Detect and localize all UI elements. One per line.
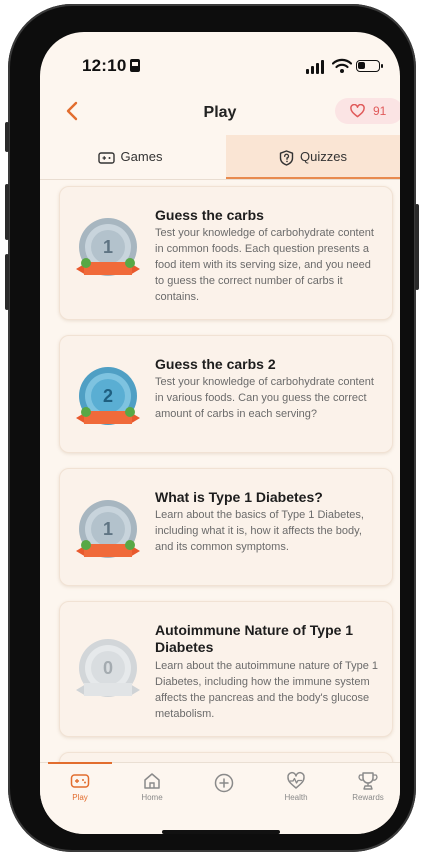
- gamepad-icon: [97, 151, 115, 164]
- home-indicator[interactable]: [162, 830, 280, 834]
- quiz-card[interactable]: 1 What is Type 1 Diabetes? Learn about t…: [59, 468, 393, 586]
- bottom-tab-bar: Play Home Health Rewards: [40, 762, 400, 834]
- silver-medal-icon: 1: [76, 218, 140, 276]
- hearts-count: 91: [373, 104, 387, 118]
- quiz-list[interactable]: 1 Guess the carbs Test your knowledge of…: [40, 179, 400, 764]
- quiz-description: Test your knowledge of carbohydrate cont…: [155, 376, 374, 420]
- badge-number: 2: [103, 386, 113, 406]
- trophy-icon: [358, 772, 378, 790]
- home-icon: [144, 773, 160, 789]
- tab-quizzes-label: Quizzes: [300, 149, 347, 164]
- locked-medal-icon: 0: [76, 639, 140, 697]
- tab-bar-label: Home: [141, 793, 163, 802]
- volume-down-button: [5, 254, 9, 310]
- tab-bar-label: Health: [284, 793, 308, 802]
- quiz-card[interactable]: 2 Guess the carbs 2 Test your knowledge …: [59, 335, 393, 453]
- tab-bar-rewards[interactable]: Rewards: [332, 763, 400, 823]
- tab-bar-home[interactable]: Home: [116, 763, 188, 823]
- cellular-signal-icon: [306, 60, 326, 74]
- badge-number: 0: [103, 658, 113, 678]
- status-bar: 12:10: [40, 32, 400, 94]
- quiz-title: Guess the carbs: [155, 207, 264, 223]
- status-time: 12:10: [82, 56, 141, 76]
- badge-number: 1: [103, 237, 113, 257]
- quiz-card[interactable]: 0 Autoimmune Nature of Type 1 Diabetes L…: [59, 601, 393, 737]
- quiz-description: Learn about the basics of Type 1 Diabete…: [155, 509, 364, 553]
- power-button: [415, 204, 419, 290]
- plus-circle-icon: [214, 773, 234, 793]
- page-header: Play 91: [40, 94, 400, 136]
- status-time-text: 12:10: [82, 56, 127, 75]
- wifi-icon: [332, 58, 352, 73]
- mute-switch: [5, 122, 9, 152]
- quiz-card[interactable]: 1 Guess the carbs Test your knowledge of…: [59, 186, 393, 320]
- play-tabs: Games Quizzes: [40, 135, 400, 180]
- tab-bar-label: Play: [72, 793, 88, 802]
- sim-icon: [130, 59, 141, 72]
- tab-bar-add[interactable]: [188, 763, 260, 823]
- gamepad-icon: [70, 774, 90, 788]
- silver-medal-icon: 1: [76, 500, 140, 558]
- quiz-title: Autoimmune Nature of Type 1 Diabetes: [155, 622, 354, 655]
- tab-bar-play[interactable]: Play: [44, 762, 116, 823]
- blue-medal-icon: 2: [76, 367, 140, 425]
- volume-up-button: [5, 184, 9, 240]
- quiz-description: Test your knowledge of carbohydrate cont…: [155, 227, 374, 303]
- quiz-title: What is Type 1 Diabetes?: [155, 489, 323, 505]
- quiz-description: Learn about the autoimmune nature of Typ…: [155, 660, 379, 720]
- tab-bar-health[interactable]: Health: [260, 763, 332, 823]
- tab-bar-label: Rewards: [352, 793, 384, 802]
- badge-number: 1: [103, 519, 113, 539]
- tab-games-label: Games: [120, 149, 163, 164]
- battery-icon: [356, 60, 383, 72]
- heart-pulse-icon: [287, 772, 305, 789]
- quiz-title: Guess the carbs 2: [155, 356, 276, 372]
- heart-outline-icon: [350, 104, 365, 118]
- tab-quizzes[interactable]: Quizzes: [226, 135, 400, 179]
- hearts-counter[interactable]: 91: [335, 98, 400, 124]
- tab-games[interactable]: Games: [40, 135, 220, 179]
- app-screen: 12:10 Play 91 Games Quizzes 1 Guess the …: [40, 32, 400, 834]
- phone-frame: 12:10 Play 91 Games Quizzes 1 Guess the …: [5, 4, 419, 852]
- question-shield-icon: [279, 149, 294, 166]
